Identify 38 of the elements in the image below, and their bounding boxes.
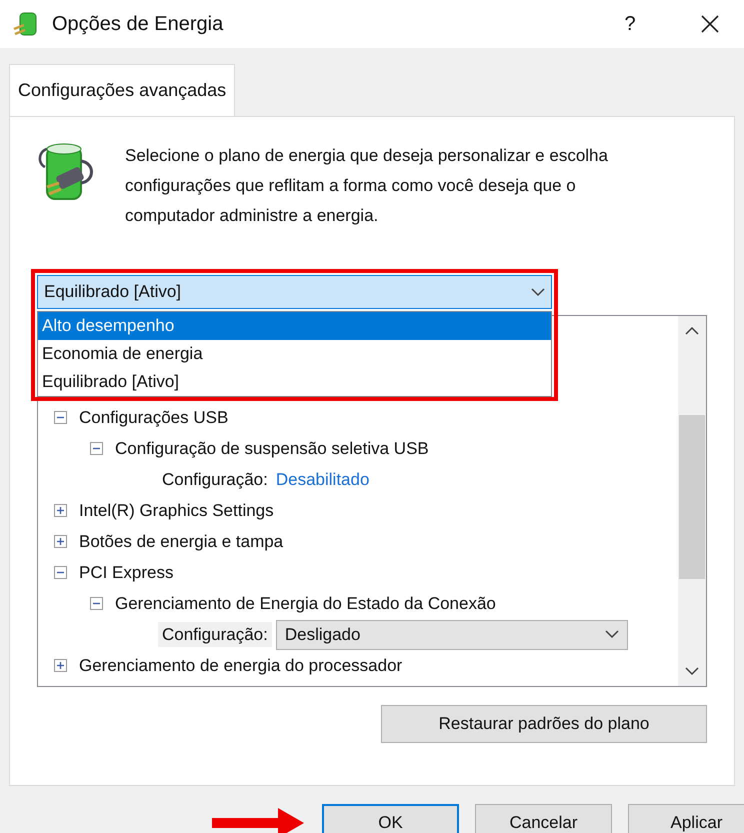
setting-select[interactable]: Desligado	[276, 620, 628, 650]
window-title: Opções de Energia	[52, 12, 224, 37]
caret-icon	[531, 288, 545, 296]
collapse-icon[interactable]	[54, 411, 67, 424]
scrollbar[interactable]	[678, 316, 706, 686]
tree-item[interactable]: Configuração de suspensão seletiva USB	[115, 436, 429, 462]
tree-item[interactable]: Gerenciamento de energia do processador	[79, 652, 402, 678]
tab[interactable]: Configurações avançadas	[9, 64, 236, 116]
plan-option[interactable]: Equilibrado [Ativo]	[38, 368, 551, 396]
tree-item[interactable]: Intel(R) Graphics Settings	[79, 498, 274, 524]
plan-select[interactable]: Equilibrado [Ativo]	[37, 275, 552, 309]
setting-label: Configuração:	[161, 468, 269, 491]
scrollbar-thumb[interactable]	[679, 415, 705, 579]
collapse-icon[interactable]	[54, 566, 67, 579]
expand-icon[interactable]	[54, 504, 67, 517]
expand-icon[interactable]	[54, 535, 67, 548]
plan-option[interactable]: Alto desempenho	[38, 312, 551, 340]
caret-icon	[604, 630, 619, 639]
collapse-icon[interactable]	[90, 597, 103, 610]
setting-label: Configuração:	[158, 622, 272, 648]
scroll-up-icon	[685, 326, 699, 335]
dialog-button[interactable]: Aplicar	[628, 804, 744, 833]
help-button[interactable]: ?	[610, 9, 650, 39]
arrow-icon	[212, 808, 304, 833]
expand-icon[interactable]	[54, 659, 67, 672]
tree-item[interactable]: Botões de energia e tampa	[79, 528, 284, 554]
scroll-down-icon	[685, 667, 699, 676]
dialog-button[interactable]: OK	[322, 804, 459, 833]
description: Selecione o plano de energia que deseja personalizar e escolha configurações que reflitam a forma como você deseja que o computador administre a energia.	[125, 145, 609, 227]
close-icon	[700, 14, 720, 34]
collapse-icon[interactable]	[90, 442, 103, 455]
plan-option[interactable]: Economia de energia	[38, 340, 551, 368]
tree-item[interactable]: PCI Express	[79, 560, 174, 586]
tree-item[interactable]: Configurações USB	[79, 404, 228, 430]
dialog-button[interactable]: Cancelar	[475, 804, 612, 833]
restore-defaults-button[interactable]: Restaurar padrões do plano	[381, 705, 707, 743]
tree-item[interactable]: Gerenciamento de Energia do Estado da Conexão	[115, 590, 496, 616]
setting-link[interactable]: Desabilitado	[276, 466, 370, 492]
